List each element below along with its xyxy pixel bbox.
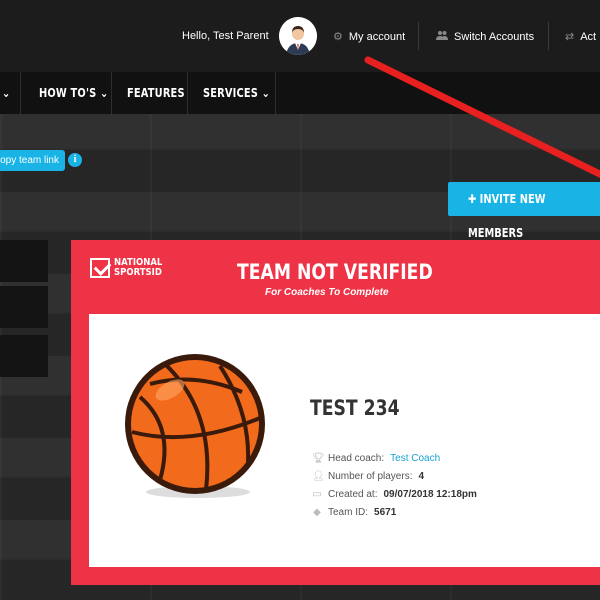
team-name: TEST 234 xyxy=(310,396,400,420)
created-row: ▭ Created at: 09/07/2018 12:18pm xyxy=(312,489,477,500)
info-icon[interactable]: i xyxy=(68,153,82,167)
team-id-row: ◆ Team ID: 5671 xyxy=(312,507,396,518)
greeting-text: Hello, Test Parent xyxy=(182,30,269,42)
players-count: 4 xyxy=(418,471,425,482)
card-title: TEAM NOT VERIFIED xyxy=(237,260,433,284)
nav-divider xyxy=(111,72,112,114)
tag-icon: ◆ xyxy=(313,507,321,518)
user-icon: 👤︎ xyxy=(312,471,325,482)
my-account-link[interactable]: ⚙ My account xyxy=(333,30,406,44)
main-nav: ⌄ HOW TO'S ⌄ FEATURES SERVICES ⌄ xyxy=(0,72,600,114)
nav-item-label: SERVICES xyxy=(203,86,259,100)
invite-new-members-button[interactable]: ✚ INVITE NEW MEMBERS xyxy=(448,182,600,240)
gear-icon: ⚙ xyxy=(333,31,343,43)
header-divider xyxy=(418,22,419,50)
switch-accounts-label: Switch Accounts xyxy=(454,30,535,43)
nav-divider xyxy=(275,72,276,114)
users-icon xyxy=(436,30,448,43)
nationalsportsid-logo: NATIONAL SPORTSID xyxy=(90,258,171,278)
act-link[interactable]: ⇄ Act xyxy=(565,30,597,44)
sidebar-item[interactable] xyxy=(0,335,48,377)
nav-divider xyxy=(187,72,188,114)
swap-icon: ⇄ xyxy=(565,31,575,43)
head-coach-row: 🏆︎ Head coach: Test Coach xyxy=(312,453,440,464)
created-date: 09/07/2018 12:18pm xyxy=(383,489,477,500)
trophy-icon: 🏆︎ xyxy=(312,453,325,464)
top-header: Hello, Test Parent ⚙ My account Switch A… xyxy=(0,0,600,72)
team-id-label: Team ID: xyxy=(328,507,369,518)
head-coach-link[interactable]: Test Coach xyxy=(390,453,440,464)
team-id-value: 5671 xyxy=(374,507,397,518)
avatar[interactable] xyxy=(279,17,317,55)
nav-item-label: HOW TO'S xyxy=(39,86,97,100)
chevron-down-icon: ⌄ xyxy=(99,86,109,100)
calendar-icon: ▭ xyxy=(312,489,322,500)
plus-icon: ✚ xyxy=(468,192,480,206)
chevron-down-icon: ⌄ xyxy=(261,86,271,100)
copy-team-link-button[interactable]: opy team link xyxy=(0,150,65,171)
sidebar-item[interactable] xyxy=(0,286,48,328)
nav-divider xyxy=(20,72,21,114)
players-row: 👤︎ Number of players: 4 xyxy=(312,471,424,482)
user-avatar-icon xyxy=(279,17,317,55)
nav-chevron-icon[interactable]: ⌄ xyxy=(2,72,10,114)
nav-item-label: FEATURES xyxy=(127,86,185,100)
sidebar-item[interactable] xyxy=(0,240,48,282)
switch-accounts-link[interactable]: Switch Accounts xyxy=(436,30,534,43)
act-label: Act xyxy=(580,30,597,43)
my-account-label: My account xyxy=(348,30,406,43)
logo-line-2: SPORTSID xyxy=(114,267,162,278)
header-divider xyxy=(548,22,549,50)
head-coach-label: Head coach: xyxy=(328,453,385,464)
nav-item-services[interactable]: SERVICES ⌄ xyxy=(203,72,270,114)
invite-label: INVITE NEW MEMBERS xyxy=(468,192,546,240)
created-label: Created at: xyxy=(328,489,378,500)
checkbox-logo-icon xyxy=(90,258,110,278)
basketball-icon xyxy=(125,354,265,498)
nav-item-how-tos[interactable]: HOW TO'S ⌄ xyxy=(39,72,108,114)
card-subtitle: For Coaches To Complete xyxy=(265,287,389,298)
copy-team-link-label: opy team link xyxy=(0,155,59,166)
nav-item-features[interactable]: FEATURES xyxy=(127,72,185,114)
players-label: Number of players: xyxy=(328,471,413,482)
